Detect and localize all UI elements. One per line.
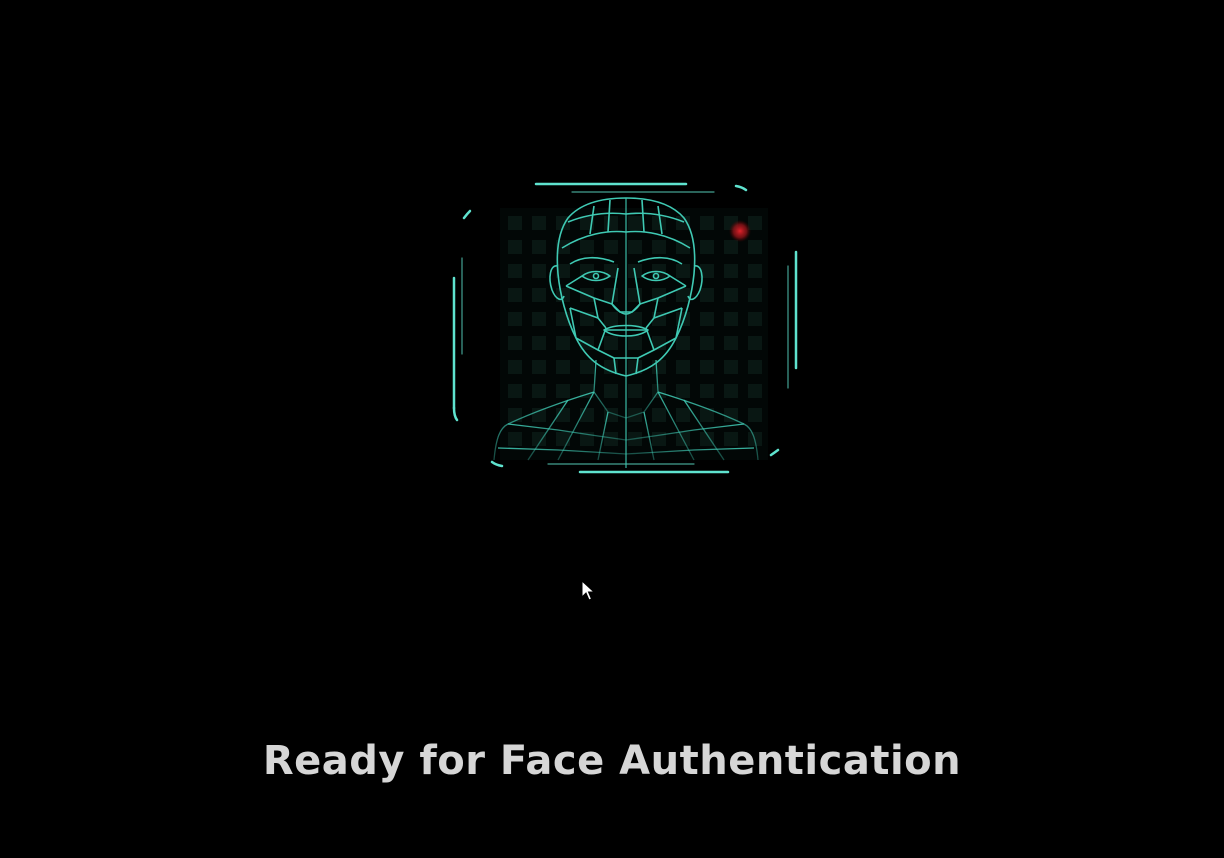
mouse-pointer-icon — [581, 579, 596, 602]
status-message: Ready for Face Authentication — [262, 738, 962, 784]
recording-indicator — [729, 220, 751, 242]
scan-grid — [500, 208, 768, 460]
face-auth-screen: Ready for Face Authentication — [0, 0, 1224, 858]
face-scanner — [448, 178, 804, 478]
face-scanner-graphic — [452, 182, 798, 474]
